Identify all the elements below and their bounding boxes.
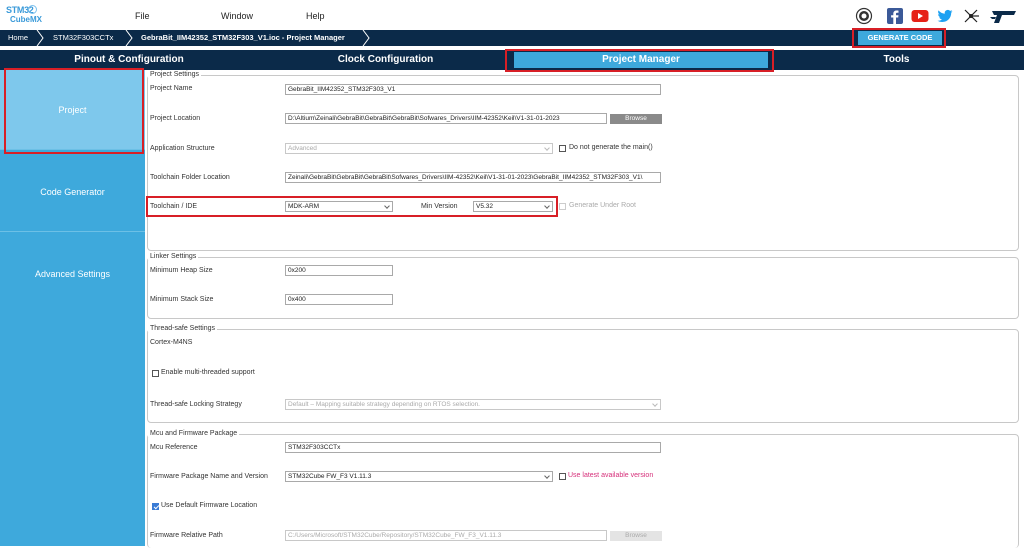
use-default-location-label: Use Default Firmware Location	[161, 502, 258, 509]
toolchain-folder-label: Toolchain Folder Location	[150, 174, 230, 181]
browse-location-button[interactable]: Browse	[610, 114, 662, 124]
tab-clock-configuration[interactable]: Clock Configuration	[259, 52, 512, 68]
linker-settings-title: Linker Settings	[148, 253, 199, 260]
project-location-label: Project Location	[150, 115, 201, 122]
network-icon[interactable]	[962, 7, 980, 25]
linker-settings-group	[147, 257, 1019, 319]
browse-firmware-button[interactable]: Browse	[610, 531, 662, 541]
facebook-icon[interactable]	[886, 7, 904, 25]
mcu-reference-field[interactable]: STM32F303CCTx	[285, 442, 661, 453]
app-structure-label: Application Structure	[150, 145, 215, 152]
project-settings-title: Project Settings	[148, 71, 202, 78]
heap-size-field[interactable]: 0x200	[285, 265, 393, 276]
toolchain-folder-field[interactable]: Zeinali\GebraBit\GebraBit\GebraBit\Sofwa…	[285, 172, 661, 183]
chevron-right-icon	[125, 30, 133, 46]
st-logo-icon[interactable]	[988, 7, 1018, 25]
use-latest-checkbox[interactable]	[559, 473, 566, 480]
logo-text-line2: CubeMX	[10, 15, 42, 24]
sidebar-item-code-generator[interactable]: Code Generator	[0, 152, 145, 232]
anniversary-icon[interactable]	[855, 7, 873, 25]
locking-strategy-select[interactable]: Default – Mapping suitable strategy depe…	[285, 399, 661, 410]
stack-size-field[interactable]: 0x400	[285, 294, 393, 305]
youtube-icon[interactable]	[911, 7, 929, 25]
firmware-path-label: Firmware Relative Path	[150, 532, 223, 539]
breadcrumb-home[interactable]: Home	[0, 30, 28, 46]
menu-file[interactable]: File	[135, 11, 150, 21]
project-name-field[interactable]: GebraBit_IIM42352_STM32F303_V1	[285, 84, 661, 95]
highlight-box-project-manager	[505, 49, 774, 72]
project-settings-group	[147, 75, 1019, 251]
generate-under-root-label: Generate Under Root	[569, 202, 636, 209]
mcu-firmware-title: Mcu and Firmware Package	[148, 430, 240, 437]
highlight-box-toolchain	[146, 196, 558, 217]
multi-thread-label: Enable multi-threaded support	[161, 369, 255, 376]
use-latest-label: Use latest available version	[568, 472, 654, 479]
core-label: Cortex-M4NS	[150, 339, 193, 346]
project-location-field[interactable]: D:\Altium\Zeinali\GebraBit\GebraBit\Gebr…	[285, 113, 607, 124]
firmware-path-field[interactable]: C:/Users/Microsoft/STM32Cube/Repository/…	[285, 530, 607, 541]
firmware-package-select[interactable]: STM32Cube FW_F3 V1.11.3	[285, 471, 553, 482]
sidebar-item-advanced-settings[interactable]: Advanced Settings	[0, 234, 145, 314]
tab-pinout-configuration[interactable]: Pinout & Configuration	[2, 52, 256, 68]
highlight-box-project	[4, 68, 144, 154]
stack-size-label: Minimum Stack Size	[150, 296, 214, 303]
tab-tools[interactable]: Tools	[771, 52, 1022, 68]
menu-bar: STM32 CubeMX File Window Help	[0, 0, 1024, 30]
menu-help[interactable]: Help	[306, 11, 325, 21]
highlight-box-generate	[852, 28, 946, 48]
chevron-right-icon	[36, 30, 44, 46]
generate-under-root-checkbox[interactable]	[559, 203, 566, 210]
chevron-right-icon	[362, 30, 370, 46]
heap-size-label: Minimum Heap Size	[150, 267, 213, 274]
mcu-reference-label: Mcu Reference	[150, 444, 198, 451]
menu-window[interactable]: Window	[221, 11, 253, 21]
locking-strategy-label: Thread-safe Locking Strategy	[150, 401, 242, 408]
logo-badge	[28, 5, 37, 14]
breadcrumb-mcu[interactable]: STM32F303CCTx	[45, 30, 113, 46]
multi-thread-checkbox[interactable]	[152, 370, 159, 377]
no-main-label: Do not generate the main()	[569, 144, 653, 151]
project-name-label: Project Name	[150, 85, 193, 92]
use-default-location-checkbox[interactable]	[152, 503, 159, 510]
app-structure-select[interactable]: Advanced	[285, 143, 553, 154]
firmware-package-label: Firmware Package Name and Version	[150, 473, 268, 480]
breadcrumb-project[interactable]: GebraBit_IIM42352_STM32F303_V1.ioc - Pro…	[133, 30, 345, 46]
stm32cubemx-logo: STM32 CubeMX	[6, 5, 46, 27]
no-main-checkbox[interactable]	[559, 145, 566, 152]
thread-safe-settings-title: Thread-safe Settings	[148, 325, 217, 332]
twitter-icon[interactable]	[936, 7, 954, 25]
